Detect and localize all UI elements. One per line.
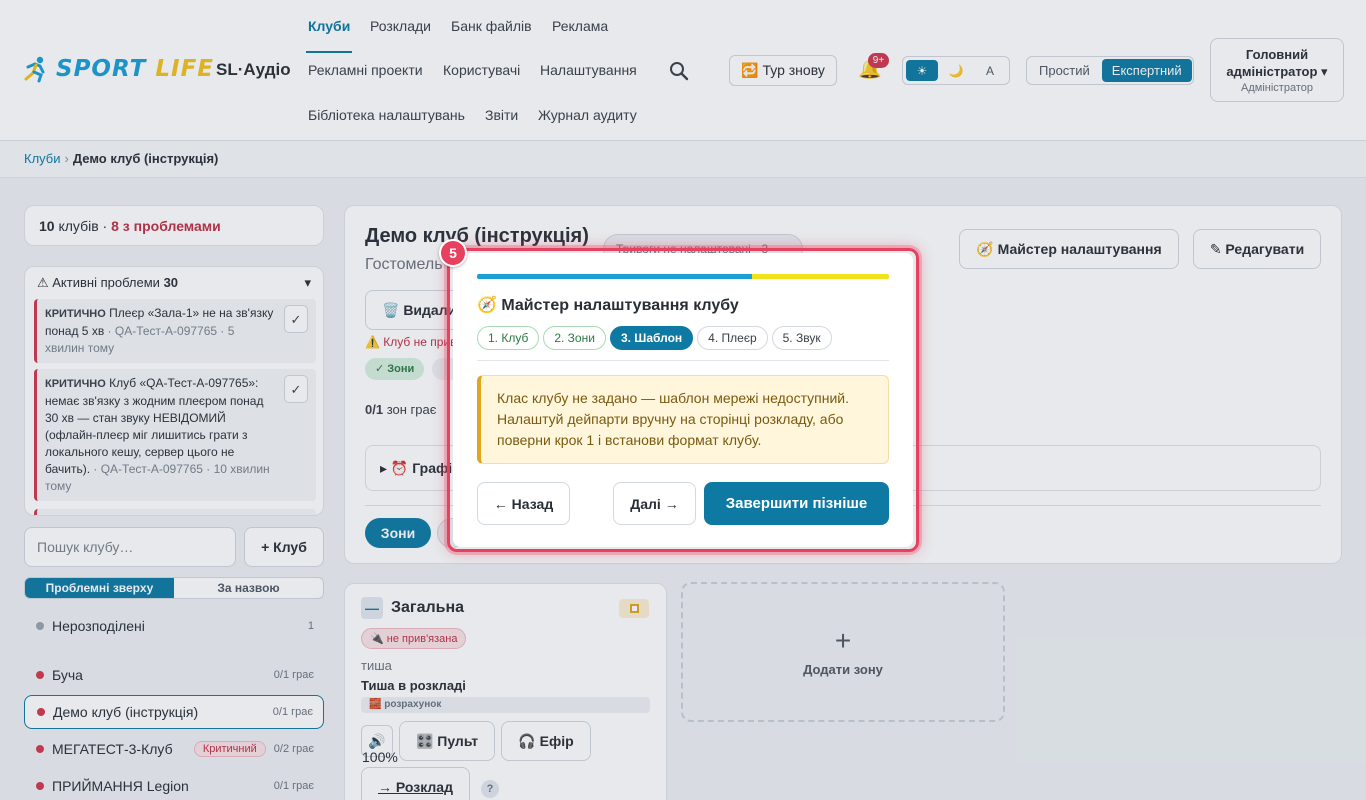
wizard-step-club[interactable]: 1. Клуб — [477, 326, 540, 350]
wizard-step-sound[interactable]: 5. Звук — [771, 326, 832, 350]
wizard-progress-rest — [752, 274, 889, 279]
wizard-title: 🧭 Майстер налаштування клубу — [477, 297, 739, 314]
template-unavailable-alert: Клас клубу не задано — шаблон мережі нед… — [477, 375, 889, 464]
next-button[interactable]: Далі → — [613, 482, 696, 525]
finish-later-button[interactable]: Завершити пізніше — [704, 482, 889, 525]
wizard-progress-fill — [477, 274, 753, 279]
wizard-divider — [477, 360, 889, 361]
back-button[interactable]: ← Назад — [477, 482, 570, 525]
tour-step-badge: 5 — [439, 239, 467, 267]
wizard-progress-bar — [477, 274, 889, 279]
wizard-step-template[interactable]: 3. Шаблон — [609, 326, 694, 350]
wizard-step-player[interactable]: 4. Плеєр — [697, 326, 768, 350]
wizard-steps: 1. Клуб 2. Зони 3. Шаблон 4. Плеєр 5. Зв… — [477, 326, 832, 350]
wizard-step-zones[interactable]: 2. Зони — [543, 326, 606, 350]
